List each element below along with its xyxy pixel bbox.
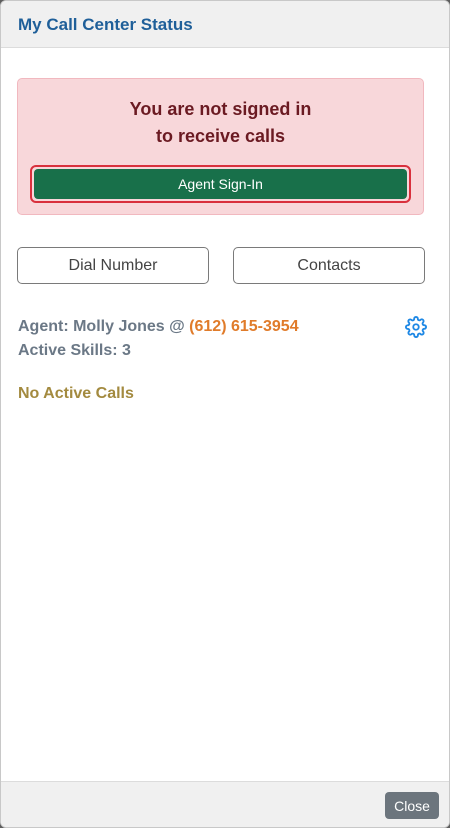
agent-signin-label: Agent Sign-In xyxy=(34,169,407,199)
call-center-dialog: My Call Center Status You are not signed… xyxy=(0,0,450,828)
contacts-button[interactable]: Contacts xyxy=(233,247,425,284)
signin-alert: You are not signed in to receive calls A… xyxy=(17,78,424,215)
agent-name-label: Agent: Molly Jones @ xyxy=(18,318,190,335)
agent-info: Agent: Molly Jones @ (612) 615-3954 xyxy=(18,318,299,336)
dial-number-button[interactable]: Dial Number xyxy=(17,247,209,284)
dialog-header: My Call Center Status xyxy=(1,1,449,48)
agent-phone-link[interactable]: (612) 615-3954 xyxy=(189,318,298,335)
dialog-title: My Call Center Status xyxy=(18,15,193,34)
dialog-footer: Close xyxy=(1,781,449,827)
gear-icon[interactable] xyxy=(405,316,427,338)
no-active-calls-status: No Active Calls xyxy=(18,385,134,402)
agent-signin-button[interactable]: Agent Sign-In xyxy=(30,165,411,203)
alert-message-line2: to receive calls xyxy=(155,126,286,146)
alert-message-line1: You are not signed in xyxy=(129,99,312,119)
active-skills: Active Skills: 3 xyxy=(18,342,131,359)
close-button[interactable]: Close xyxy=(385,792,439,819)
